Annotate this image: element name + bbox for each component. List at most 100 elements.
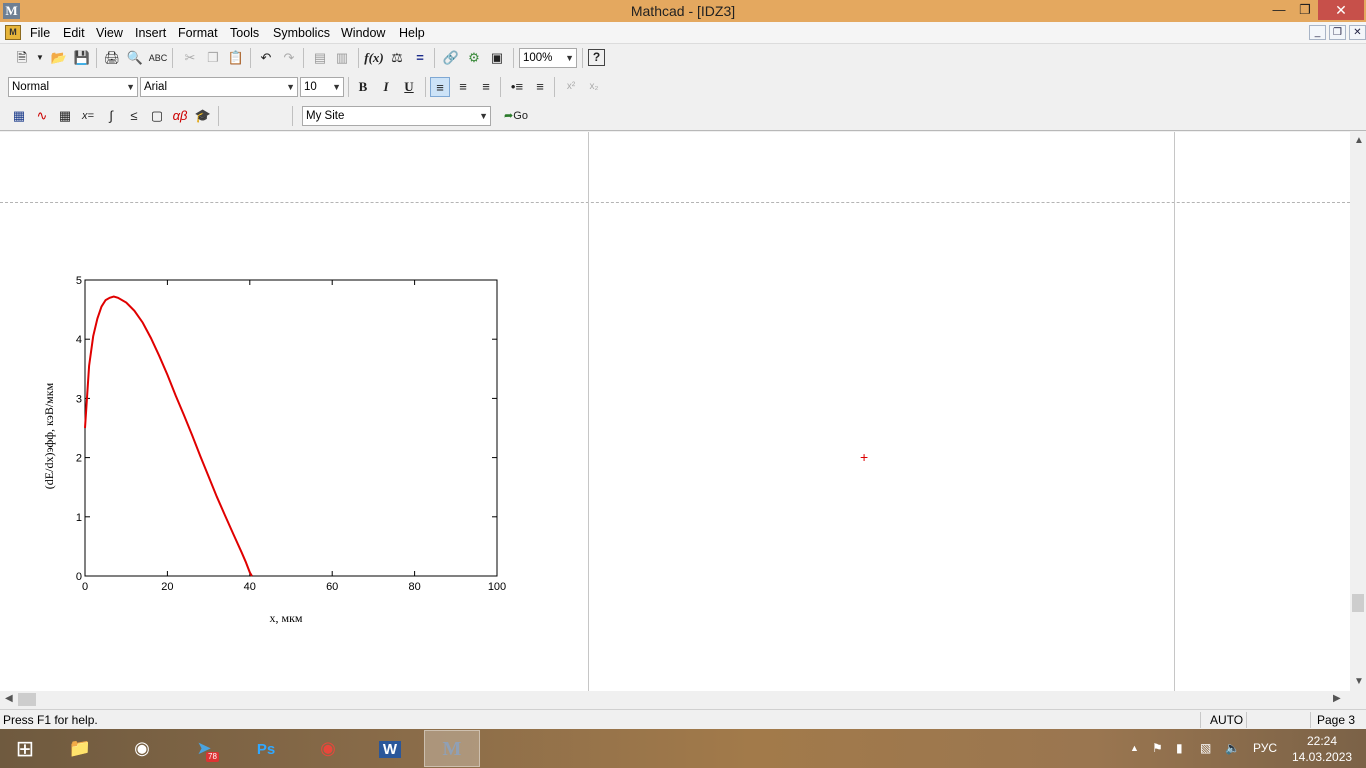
menu-symbolics[interactable]: Symbolics	[273, 26, 330, 40]
print-preview-icon[interactable]: 🔍	[125, 48, 145, 68]
tray-expand-icon[interactable]: ▲	[1130, 729, 1139, 768]
app-icon[interactable]: ◉	[114, 730, 170, 767]
bullets-icon[interactable]: •≡	[507, 77, 527, 97]
y-tick-label: 1	[76, 512, 82, 524]
menu-window[interactable]: Window	[341, 26, 385, 40]
menu-file[interactable]: File	[30, 26, 50, 40]
open-icon[interactable]: 📂	[49, 48, 69, 68]
underline-button[interactable]: U	[399, 77, 419, 97]
redo-icon[interactable]: ↷	[279, 48, 299, 68]
language-indicator[interactable]: РУС	[1253, 729, 1277, 768]
scroll-down-icon[interactable]: ▼	[1354, 676, 1364, 687]
insert-hyperlink-icon[interactable]: 🔗	[441, 48, 461, 68]
calculus-icon[interactable]: ∫	[101, 106, 121, 126]
vertical-scrollbar[interactable]: ▲ ▼	[1350, 132, 1366, 691]
insert-function-icon[interactable]: f(x)	[364, 48, 384, 68]
clock[interactable]: 22:24 14.03.2023	[1292, 733, 1352, 765]
status-separator	[1246, 712, 1247, 728]
go-button[interactable]: ➦Go	[500, 106, 532, 126]
cut-icon[interactable]: ✂	[180, 48, 200, 68]
subscript-icon[interactable]: x₂	[584, 77, 604, 97]
boolean-icon[interactable]: ≤	[124, 106, 144, 126]
font-size-select[interactable]: 10 ▼	[300, 77, 344, 97]
scroll-left-icon[interactable]: ◀	[5, 693, 13, 704]
menu-help[interactable]: Help	[399, 26, 425, 40]
toolbar-separator	[172, 48, 173, 68]
network-icon[interactable]: ▧	[1200, 729, 1211, 768]
print-icon[interactable]: 🖨	[102, 48, 122, 68]
style-select[interactable]: Normal ▼	[8, 77, 138, 97]
document-icon[interactable]: M	[5, 25, 21, 40]
resource-center-icon[interactable]: ▣	[487, 48, 507, 68]
menu-format[interactable]: Format	[178, 26, 218, 40]
matrix-icon[interactable]: ▦	[55, 106, 75, 126]
menu-edit[interactable]: Edit	[63, 26, 85, 40]
italic-button[interactable]: I	[376, 77, 396, 97]
menu-insert[interactable]: Insert	[135, 26, 166, 40]
vertical-scroll-thumb[interactable]	[1352, 594, 1364, 612]
graph-icon[interactable]: ∿	[32, 106, 52, 126]
copy-icon[interactable]: ❐	[203, 48, 223, 68]
resource-site-select[interactable]: My Site ▼	[302, 106, 491, 126]
superscript-icon[interactable]: x²	[561, 77, 581, 97]
mathcad-taskbar-icon[interactable]: M	[424, 730, 480, 767]
battery-icon[interactable]: ▮	[1176, 729, 1183, 768]
font-select[interactable]: Arial ▼	[140, 77, 298, 97]
toolbar-separator	[425, 77, 426, 97]
doc-restore-icon[interactable]: ❐	[1329, 25, 1346, 40]
insert-component-icon[interactable]: ⚙	[464, 48, 484, 68]
style-value: Normal	[12, 81, 50, 93]
numbering-icon[interactable]: ≡	[530, 77, 550, 97]
chevron-down-icon: ▼	[479, 111, 488, 121]
doc-minimize-icon[interactable]: _	[1309, 25, 1326, 40]
paste-icon[interactable]: 📋	[226, 48, 246, 68]
chrome-icon[interactable]: ◉	[300, 730, 356, 767]
calculate-icon[interactable]: =	[410, 48, 430, 68]
horizontal-scrollbar[interactable]: ◀ ▶	[0, 691, 1350, 708]
menu-view[interactable]: View	[96, 26, 123, 40]
align-left-icon[interactable]: ≡	[430, 77, 450, 97]
scroll-right-icon[interactable]: ▶	[1333, 693, 1341, 704]
telegram-icon[interactable]: ➤ 78	[176, 730, 232, 767]
align-right-icon[interactable]: ≡	[476, 77, 496, 97]
flag-icon[interactable]: ⚑	[1152, 729, 1163, 768]
zoom-select[interactable]: 100% ▼	[519, 48, 577, 68]
help-icon[interactable]: ?	[588, 49, 605, 66]
close-icon[interactable]: ✕	[1318, 0, 1364, 20]
calculator-icon[interactable]: ▦	[9, 106, 29, 126]
file-explorer-icon[interactable]: 📁	[52, 730, 108, 767]
toolbar-separator	[582, 48, 583, 68]
programming-icon[interactable]: ▢	[147, 106, 167, 126]
x-tick-label: 80	[408, 581, 420, 593]
align-across-icon[interactable]: ▤	[310, 48, 330, 68]
align-center-icon[interactable]: ≡	[453, 77, 473, 97]
word-icon[interactable]: W	[362, 730, 418, 767]
evaluation-icon[interactable]: x=	[78, 106, 98, 126]
windows-start-icon[interactable]: ⊞	[0, 730, 50, 767]
horizontal-scroll-thumb[interactable]	[18, 693, 36, 706]
restore-icon[interactable]: ❐	[1292, 0, 1318, 20]
title-bar: M Mathcad - [IDZ3] — ❐ ✕	[0, 0, 1366, 22]
insert-unit-icon[interactable]: ⚖	[387, 48, 407, 68]
bold-button[interactable]: B	[353, 77, 373, 97]
chevron-down-icon: ▼	[126, 82, 135, 92]
spell-check-icon[interactable]: ABC	[148, 48, 168, 68]
xy-plot[interactable]: 0 20 40 60 80 100 0 1 2 3 4 5 x, мкм (dE/dx)эфф, кэВ/…	[30, 266, 530, 636]
greek-icon[interactable]: αβ	[170, 106, 190, 126]
new-dropdown-icon[interactable]: ▼	[30, 48, 50, 68]
undo-icon[interactable]: ↶	[256, 48, 276, 68]
volume-icon[interactable]: 🔈	[1225, 729, 1240, 768]
align-down-icon[interactable]: ▥	[332, 48, 352, 68]
worksheet[interactable]: + 0 20 40 60 80 100 0 1 2 3 4 5 x, мкм (dE/dx)эфф, кэ…	[0, 132, 1350, 691]
save-icon[interactable]: 💾	[72, 48, 92, 68]
menu-tools[interactable]: Tools	[230, 26, 259, 40]
status-help-text: Press F1 for help.	[3, 713, 98, 727]
doc-close-icon[interactable]: ✕	[1349, 25, 1366, 40]
new-icon[interactable]: 🗎	[12, 48, 32, 68]
symbolic-icon[interactable]: 🎓	[193, 106, 213, 126]
toolbar-separator	[513, 48, 514, 68]
scroll-up-icon[interactable]: ▲	[1354, 135, 1364, 146]
photoshop-icon[interactable]: Ps	[238, 730, 294, 767]
minimize-icon[interactable]: —	[1266, 0, 1292, 20]
chevron-down-icon: ▼	[332, 82, 341, 92]
